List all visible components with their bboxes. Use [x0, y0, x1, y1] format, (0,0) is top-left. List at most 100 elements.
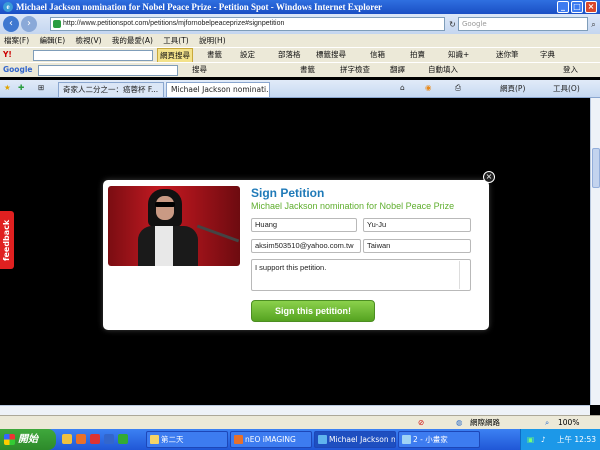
- quicklaunch-media-icon[interactable]: [76, 434, 86, 444]
- tools-menu[interactable]: 工具(O): [553, 83, 580, 94]
- windows-logo-icon: [4, 434, 15, 445]
- add-favorites-icon[interactable]: ✚: [18, 83, 24, 92]
- comment-field[interactable]: I support this petition.: [251, 259, 471, 291]
- tab-list-icon[interactable]: ⊞: [38, 83, 44, 92]
- start-label: 開始: [18, 434, 38, 445]
- country-field[interactable]: Taiwan: [363, 239, 471, 253]
- url-text: http://www.petitionspot.com/petitions/mj…: [63, 20, 285, 27]
- menu-favorites[interactable]: 我的最愛(A): [112, 36, 153, 45]
- yahoo-auction[interactable]: 拍賣: [410, 48, 425, 62]
- taskbar-button-label: Michael Jackson no...: [329, 435, 396, 444]
- imaging-icon: [234, 435, 243, 444]
- network-icon[interactable]: ▣: [527, 429, 534, 450]
- taskbar-button-imaging[interactable]: nEO iMAGING: [230, 431, 312, 448]
- taskbar-button-label: 2 - 小畫家: [413, 435, 448, 444]
- yahoo-search-input[interactable]: [33, 50, 153, 61]
- vertical-scrollbar[interactable]: [590, 98, 600, 405]
- yahoo-settings[interactable]: 設定: [240, 48, 255, 62]
- ie-icon: [318, 435, 327, 444]
- comment-scrollbar[interactable]: [459, 261, 469, 289]
- yahoo-tag-search[interactable]: 標籤搜尋: [316, 48, 346, 62]
- petition-heading: Sign Petition: [251, 186, 325, 200]
- google-search-button[interactable]: 搜尋: [192, 63, 207, 77]
- clock[interactable]: 上午 12:53: [557, 435, 596, 444]
- horizontal-scrollbar[interactable]: [0, 405, 590, 415]
- rss-icon[interactable]: ◉: [425, 83, 432, 92]
- yahoo-bookmarks[interactable]: 書籤: [207, 48, 222, 62]
- tab-blog[interactable]: 奇家人二分之一：癌蓉杯 F...: [58, 82, 164, 97]
- menu-edit[interactable]: 編輯(E): [40, 36, 66, 45]
- tab-blog-label: 奇家人二分之一：癌蓉杯 F...: [63, 85, 159, 94]
- google-translate[interactable]: 翻譯: [390, 63, 405, 77]
- petition-photo: [108, 186, 240, 266]
- yahoo-mini-pen[interactable]: 迷你筆: [496, 48, 519, 62]
- minimize-button[interactable]: _: [557, 1, 569, 13]
- tab-petition[interactable]: Michael Jackson nominati...: [166, 82, 270, 97]
- tab-bar: ★ ✚ ⊞ 奇家人二分之一：癌蓉杯 F... Michael Jackson n…: [0, 80, 600, 98]
- quicklaunch-folder-icon[interactable]: [62, 434, 72, 444]
- quicklaunch-desktop-icon[interactable]: [118, 434, 128, 444]
- refresh-icon[interactable]: ↻: [447, 19, 458, 30]
- taskbar-button-ie[interactable]: Michael Jackson no...: [314, 431, 396, 448]
- petition-subtitle: Michael Jackson nomination for Nobel Pea…: [251, 201, 455, 211]
- google-autofill[interactable]: 自動填入: [428, 63, 458, 77]
- menu-file[interactable]: 檔案(F): [4, 36, 29, 45]
- feedback-tab[interactable]: feedback: [0, 211, 14, 269]
- window-title: Michael Jackson nomination for Nobel Pea…: [16, 2, 383, 12]
- menu-tools[interactable]: 工具(T): [163, 36, 188, 45]
- web-search-input[interactable]: Google: [458, 17, 588, 31]
- close-window-button[interactable]: ×: [585, 1, 597, 13]
- google-signin[interactable]: 登入: [563, 63, 578, 77]
- close-modal-button[interactable]: ×: [483, 171, 495, 183]
- page-menu[interactable]: 網頁(P): [500, 83, 525, 94]
- favorites-star-icon[interactable]: ★: [4, 83, 11, 92]
- google-bookmarks[interactable]: 書籤: [300, 63, 315, 77]
- internet-icon: ◍: [456, 418, 463, 427]
- first-name-field[interactable]: Huang: [251, 218, 357, 232]
- security-icon: ⊘: [418, 418, 425, 427]
- folder-icon: [150, 435, 159, 444]
- last-name-field[interactable]: Yu-Ju: [363, 218, 471, 232]
- menu-help[interactable]: 說明(H): [199, 36, 226, 45]
- menu-bar: 檔案(F) 編輯(E) 檢視(V) 我的最愛(A) 工具(T) 說明(H): [0, 34, 600, 47]
- feedback-label: feedback: [2, 219, 11, 261]
- yahoo-knowledge[interactable]: 知識+: [448, 48, 469, 62]
- yahoo-search-button[interactable]: 網頁搜尋: [157, 48, 193, 62]
- print-icon[interactable]: ⎙: [455, 83, 461, 93]
- google-search-input[interactable]: [38, 65, 178, 76]
- comment-text: I support this petition.: [255, 263, 327, 272]
- taskbar-button-paint[interactable]: 2 - 小畫家: [398, 431, 480, 448]
- email-field[interactable]: aksim503510@yahoo.com.tw: [251, 239, 361, 253]
- forward-button[interactable]: ›: [21, 16, 37, 32]
- zone-label: 網際網路: [470, 418, 500, 427]
- google-logo[interactable]: Google: [3, 63, 33, 77]
- quicklaunch-app-icon[interactable]: [90, 434, 100, 444]
- scroll-thumb[interactable]: [592, 148, 600, 188]
- maximize-button[interactable]: □: [571, 1, 583, 13]
- window-titlebar: e Michael Jackson nomination for Nobel P…: [0, 0, 600, 14]
- menu-view[interactable]: 檢視(V): [76, 36, 102, 45]
- address-bar: ‹ › http://www.petitionspot.com/petition…: [0, 14, 600, 34]
- yahoo-blog[interactable]: 部落格: [278, 48, 301, 62]
- taskbar-button-label: 第二天: [161, 435, 184, 444]
- yahoo-dictionary[interactable]: 字典: [540, 48, 555, 62]
- taskbar-button-folder[interactable]: 第二天: [146, 431, 228, 448]
- sign-petition-button[interactable]: Sign this petition!: [251, 300, 375, 322]
- sign-petition-modal: Sign Petition Michael Jackson nomination…: [103, 180, 489, 330]
- yahoo-mail[interactable]: 信箱: [370, 48, 385, 62]
- home-icon[interactable]: ⌂: [400, 83, 405, 92]
- volume-icon[interactable]: ♪: [541, 429, 546, 450]
- zoom-level[interactable]: 100%: [558, 416, 579, 429]
- google-spellcheck[interactable]: 拼字檢查: [340, 63, 370, 77]
- system-tray: ▣ ♪ 上午 12:53: [520, 429, 600, 450]
- taskbar: 開始 第二天 nEO iMAGING Michael Jackson no...…: [0, 429, 600, 450]
- start-button[interactable]: 開始: [0, 429, 56, 450]
- yahoo-logo[interactable]: Y!: [3, 48, 12, 62]
- status-bar: ⊘ ◍ 網際網路 ⌕ 100%: [0, 415, 600, 429]
- taskbar-button-label: nEO iMAGING: [245, 435, 296, 444]
- search-icon[interactable]: ⌕: [588, 19, 599, 30]
- quicklaunch-ie-icon[interactable]: [104, 434, 114, 444]
- paint-icon: [402, 435, 411, 444]
- url-input[interactable]: http://www.petitionspot.com/petitions/mj…: [50, 17, 445, 31]
- back-button[interactable]: ‹: [3, 16, 19, 32]
